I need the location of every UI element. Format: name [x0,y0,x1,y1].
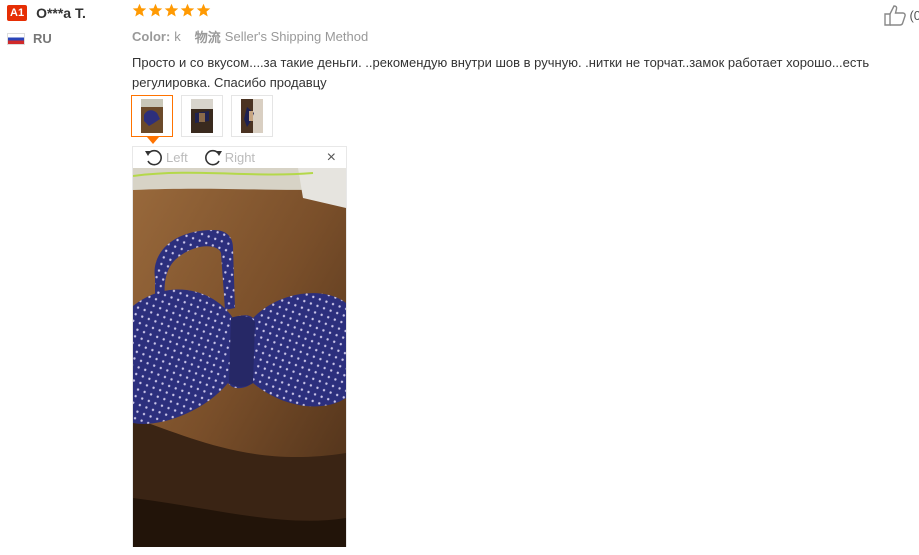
shipping-value: Seller's Shipping Method [224,28,369,44]
close-icon[interactable]: × [327,149,336,167]
review-photo-thumbnails [131,95,273,137]
helpful-count: (0 [909,7,919,23]
rotate-right-button[interactable]: Right [202,147,255,167]
color-label: Color: [132,28,171,44]
rotate-right-label: Right [224,149,256,165]
buyer-level-badge: A1 [7,5,28,21]
flag-ru-icon [7,32,25,45]
thumbs-up-icon [884,5,907,26]
country-code: RU [33,31,52,46]
star-icon [180,3,195,17]
viewer-toolbar: Left Right × [133,147,346,167]
photo-thumbnail-image [241,99,263,133]
star-icon [196,3,211,17]
star-rating [132,3,919,21]
photo-thumbnail-image [191,99,213,133]
helpful-button[interactable]: (0 [883,4,919,26]
reviewer-name-row: A1 O***a T. [7,4,125,22]
photo-viewer: Left Right × [132,146,347,547]
review-photo-thumb[interactable] [231,95,273,137]
review-photo-thumb[interactable] [181,95,223,137]
color-value: k [174,28,181,44]
order-info: Color: k 物流 Seller's Shipping Method [132,28,919,45]
rotate-left-icon [145,149,162,166]
shipping-label: 物流 [194,29,221,45]
reviewer-country: RU [7,31,125,46]
rotate-left-button[interactable]: Left [143,147,188,167]
rotate-left-label: Left [166,149,188,165]
photo-thumbnail-image [141,99,163,133]
review-photo-large [133,168,346,547]
active-thumb-caret [147,137,159,144]
star-icon [132,3,147,17]
star-icon [164,3,179,17]
bow-tie-photo [133,168,346,547]
rotate-right-icon [204,149,222,166]
reviewer-name: O***a T. [36,5,86,21]
review-text: Просто и со вкусом....за такие деньги. .… [132,55,870,90]
star-icon [148,3,163,17]
reviewer-info: A1 O***a T. RU [7,4,125,46]
review-body: Color: k 物流 Seller's Shipping Method Про… [132,3,919,93]
review-photo-thumb[interactable] [131,95,173,137]
